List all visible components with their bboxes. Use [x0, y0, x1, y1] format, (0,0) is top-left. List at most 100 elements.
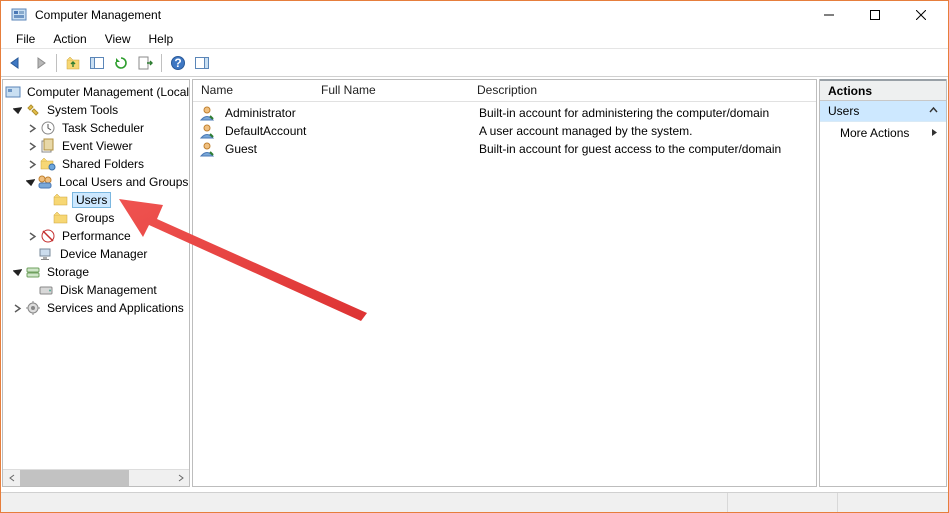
expand-icon[interactable]: [11, 302, 23, 314]
expand-icon[interactable]: [26, 158, 38, 170]
cell-name: Administrator: [217, 106, 315, 120]
export-list-button[interactable]: [134, 52, 156, 74]
actions-pane: Actions Users More Actions: [819, 79, 947, 487]
status-segment: [838, 493, 948, 512]
column-fullname[interactable]: Full Name: [313, 80, 469, 101]
menu-view[interactable]: View: [96, 30, 140, 48]
list-item[interactable]: DefaultAccount A user account managed by…: [193, 122, 816, 140]
system-tools-icon: [25, 102, 41, 118]
maximize-button[interactable]: [852, 1, 898, 29]
actions-context[interactable]: Users: [820, 101, 946, 122]
storage-icon: [25, 264, 41, 280]
list-pane: Name Full Name Description Administrator…: [192, 79, 817, 487]
toolbar-separator: [56, 54, 57, 72]
refresh-button[interactable]: [110, 52, 132, 74]
tree-device-manager[interactable]: Device Manager: [3, 245, 189, 263]
tree-event-viewer[interactable]: Event Viewer: [3, 137, 189, 155]
menu-help[interactable]: Help: [140, 30, 183, 48]
user-icon: [199, 123, 215, 139]
tree-storage[interactable]: Storage: [3, 263, 189, 281]
scroll-right-button[interactable]: [172, 470, 189, 487]
folder-icon: [53, 210, 69, 226]
tree-label: Device Manager: [58, 247, 149, 261]
window-controls: [806, 1, 944, 29]
actions-more[interactable]: More Actions: [820, 122, 946, 144]
menu-file[interactable]: File: [7, 30, 44, 48]
tree-label: Performance: [60, 229, 133, 243]
up-button[interactable]: [62, 52, 84, 74]
event-viewer-icon: [40, 138, 56, 154]
tree-label: System Tools: [45, 103, 120, 117]
expand-icon[interactable]: [26, 140, 38, 152]
horizontal-scrollbar[interactable]: [3, 469, 189, 486]
cell-description: Built-in account for guest access to the…: [471, 142, 816, 156]
tree-system-tools[interactable]: System Tools: [3, 101, 189, 119]
tree-services-apps[interactable]: Services and Applications: [3, 299, 189, 317]
performance-icon: [40, 228, 56, 244]
tree-view[interactable]: Computer Management (Local) System Tools…: [3, 80, 189, 469]
device-manager-icon: [38, 246, 54, 262]
cell-description: Built-in account for administering the c…: [471, 106, 816, 120]
titlebar: Computer Management: [1, 1, 948, 29]
folder-icon: [53, 192, 69, 208]
tree-label: Local Users and Groups: [57, 175, 189, 189]
collapse-icon: [929, 104, 938, 118]
svg-text:?: ?: [174, 56, 181, 70]
tree-users[interactable]: Users: [3, 191, 189, 209]
tree-label: Computer Management (Local): [25, 85, 189, 99]
actions-header: Actions: [820, 79, 946, 101]
toolbar-separator: [161, 54, 162, 72]
user-icon: [199, 141, 215, 157]
menubar: File Action View Help: [1, 29, 948, 49]
scroll-thumb[interactable]: [20, 470, 129, 486]
column-description[interactable]: Description: [469, 80, 816, 101]
status-segment: [1, 493, 728, 512]
tree-groups[interactable]: Groups: [3, 209, 189, 227]
collapse-icon[interactable]: [11, 266, 23, 278]
tree-root[interactable]: Computer Management (Local): [3, 83, 189, 101]
tree-local-users-groups[interactable]: Local Users and Groups: [3, 173, 189, 191]
cell-description: A user account managed by the system.: [471, 124, 816, 138]
minimize-button[interactable]: [806, 1, 852, 29]
back-button[interactable]: [5, 52, 27, 74]
statusbar: [1, 492, 948, 512]
list-body: Administrator Built-in account for admin…: [193, 102, 816, 158]
collapse-icon[interactable]: [11, 104, 23, 116]
shared-folders-icon: [40, 156, 56, 172]
tree-performance[interactable]: Performance: [3, 227, 189, 245]
forward-button[interactable]: [29, 52, 51, 74]
actions-context-label: Users: [828, 104, 859, 118]
cell-name: DefaultAccount: [217, 124, 315, 138]
tree-label: Shared Folders: [60, 157, 146, 171]
tree-label: Event Viewer: [60, 139, 134, 153]
toolbar: ?: [1, 49, 948, 77]
list-item[interactable]: Guest Built-in account for guest access …: [193, 140, 816, 158]
list-item[interactable]: Administrator Built-in account for admin…: [193, 104, 816, 122]
show-hide-action-pane-button[interactable]: [191, 52, 213, 74]
tree-shared-folders[interactable]: Shared Folders: [3, 155, 189, 173]
show-hide-tree-button[interactable]: [86, 52, 108, 74]
column-name[interactable]: Name: [193, 80, 313, 101]
tree-disk-management[interactable]: Disk Management: [3, 281, 189, 299]
close-button[interactable]: [898, 1, 944, 29]
user-icon: [199, 105, 215, 121]
actions-more-label: More Actions: [840, 126, 909, 140]
help-button[interactable]: ?: [167, 52, 189, 74]
clock-icon: [40, 120, 56, 136]
scroll-track[interactable]: [20, 470, 172, 486]
scroll-left-button[interactable]: [3, 470, 20, 487]
tree-task-scheduler[interactable]: Task Scheduler: [3, 119, 189, 137]
services-icon: [25, 300, 41, 316]
expand-icon[interactable]: [26, 122, 38, 134]
collapse-icon[interactable]: [26, 176, 35, 188]
main-area: Computer Management (Local) System Tools…: [1, 77, 948, 488]
submenu-icon: [931, 126, 938, 140]
tree-label: Users: [72, 192, 111, 208]
window-title: Computer Management: [33, 8, 806, 22]
app-icon: [11, 7, 27, 23]
list-header: Name Full Name Description: [193, 80, 816, 102]
expand-icon[interactable]: [26, 230, 38, 242]
menu-action[interactable]: Action: [44, 30, 95, 48]
tree-label: Task Scheduler: [60, 121, 146, 135]
status-segment: [728, 493, 838, 512]
